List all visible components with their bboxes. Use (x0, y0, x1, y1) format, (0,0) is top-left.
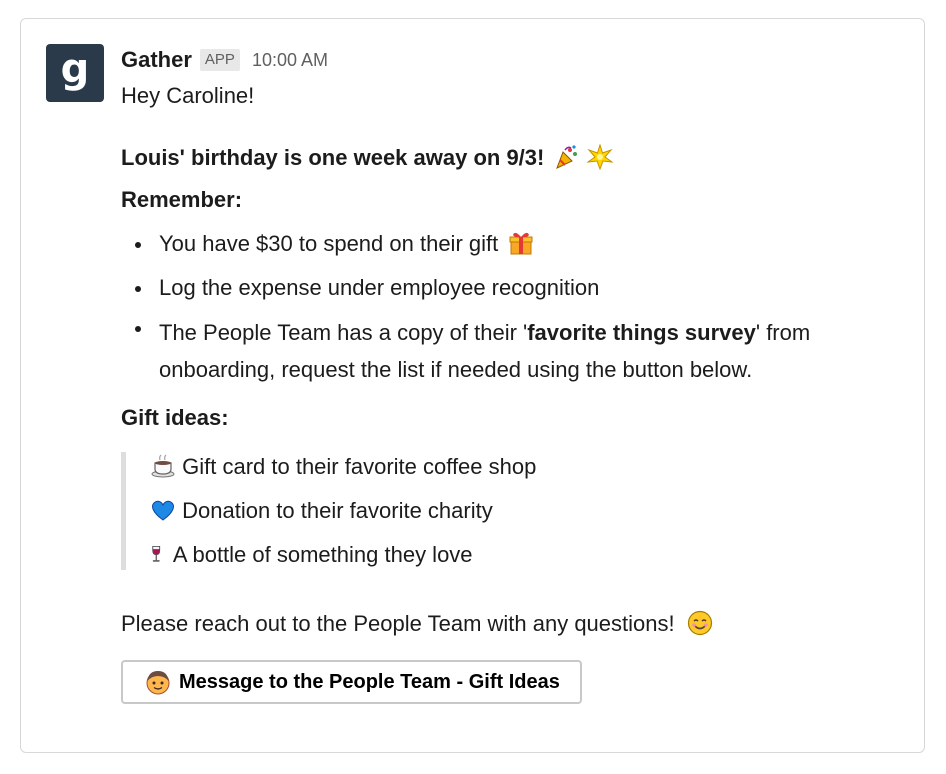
survey-name: favorite things survey (527, 320, 756, 345)
footer-text-line: Please reach out to the People Team with… (121, 610, 901, 640)
remember-title: Remember: (121, 187, 243, 212)
list-item: Log the expense under employee recogniti… (135, 274, 901, 302)
gift-idea-text: Donation to their favorite charity (182, 498, 493, 523)
greeting-text: Hey Caroline! (121, 83, 255, 108)
footer-text: Please reach out to the People Team with… (121, 611, 675, 636)
app-avatar[interactable]: g (46, 44, 104, 102)
avatar-letter: g (60, 46, 90, 92)
list-item: You have $30 to spend on their gift (135, 230, 901, 258)
app-badge: APP (199, 49, 240, 71)
party-popper-icon (556, 145, 578, 169)
wine-glass-icon (152, 545, 161, 562)
list-item: The People Team has a copy of their 'fav… (135, 314, 901, 388)
coffee-icon (151, 454, 175, 478)
list-item-text: Log the expense under employee recogniti… (159, 275, 600, 300)
sparkle-burst-icon (586, 144, 613, 170)
gift-idea-text: A bottle of something they love (172, 542, 473, 567)
list-item-text: The People Team has a copy of their ' (159, 320, 528, 345)
birthday-headline: Louis' birthday is one week away on 9/3! (121, 144, 901, 174)
list-item-text: You have $30 to spend on their gift (159, 231, 499, 256)
sender-name[interactable]: Gather (121, 46, 192, 74)
message-people-team-button[interactable]: Message to the People Team - Gift Ideas (121, 660, 582, 704)
gift-ideas-quote: Gift card to their favorite coffee shop … (121, 452, 901, 570)
message-content: Gather APP 10:00 AM Hey Caroline! Louis'… (121, 44, 901, 704)
gift-idea-item: A bottle of something they love (150, 540, 901, 570)
gift-ideas-title: Gift ideas: (121, 405, 229, 430)
remember-list: You have $30 to spend on their gift Log … (121, 230, 901, 388)
message-header: Gather APP 10:00 AM (121, 44, 901, 76)
headline-text: Louis' birthday is one week away on 9/3! (121, 145, 545, 170)
gift-icon (509, 232, 533, 255)
blue-heart-icon (152, 500, 174, 521)
smiling-face-icon (687, 610, 712, 636)
boy-face-icon (146, 671, 170, 695)
button-label: Message to the People Team - Gift Ideas (179, 670, 560, 693)
gift-idea-item: Gift card to their favorite coffee shop (150, 452, 901, 482)
gift-idea-item: Donation to their favorite charity (150, 496, 901, 526)
message-timestamp[interactable]: 10:00 AM (252, 46, 328, 74)
gift-idea-text: Gift card to their favorite coffee shop (182, 454, 537, 479)
